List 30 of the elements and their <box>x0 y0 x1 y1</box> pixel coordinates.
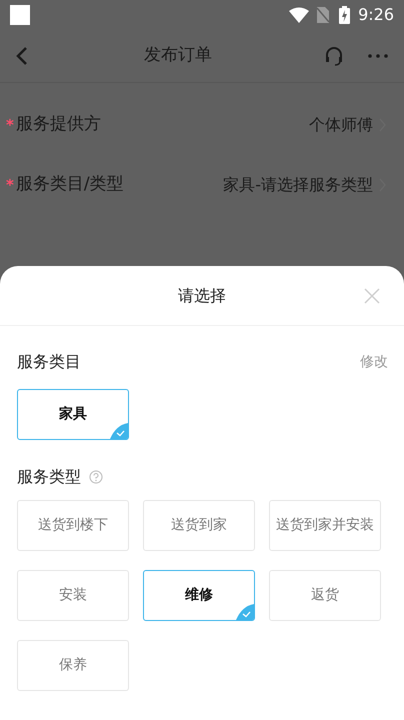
section-label: 服务类目 <box>17 351 81 373</box>
option-button[interactable]: 送货到家并安装 <box>269 500 381 551</box>
no-sim-icon <box>317 7 330 23</box>
field-label: 服务类目/类型 <box>16 173 125 196</box>
close-icon[interactable] <box>364 288 380 304</box>
headset-icon[interactable] <box>324 46 344 66</box>
check-corner-icon <box>110 423 128 439</box>
help-icon[interactable] <box>89 470 103 484</box>
clock-time: 9:26 <box>358 4 394 26</box>
page-title: 发布订单 <box>143 44 213 68</box>
edit-link[interactable]: 修改 <box>360 352 388 372</box>
option-button[interactable]: 家具 <box>17 389 129 440</box>
option-button[interactable]: 维修 <box>143 570 255 621</box>
section-label: 服务类型 <box>17 466 81 488</box>
more-icon[interactable] <box>368 54 388 58</box>
wifi-icon <box>289 7 310 23</box>
required-mark: * <box>6 174 14 196</box>
notification-icon <box>10 5 30 25</box>
field-value[interactable]: 家具-请选择服务类型 <box>223 173 373 197</box>
battery-charging-icon <box>339 6 350 24</box>
option-button[interactable]: 安装 <box>17 570 129 621</box>
field-label: 服务提供方 <box>16 113 102 136</box>
option-button[interactable]: 送货到家 <box>143 500 255 551</box>
field-value[interactable]: 个体师傅 <box>309 113 373 137</box>
option-button[interactable]: 送货到楼下 <box>17 500 129 551</box>
required-mark: * <box>6 114 14 136</box>
sheet-title: 请选择 <box>178 284 226 306</box>
option-button[interactable]: 保养 <box>17 640 129 691</box>
check-corner-icon <box>236 604 254 620</box>
option-button[interactable]: 返货 <box>269 570 381 621</box>
